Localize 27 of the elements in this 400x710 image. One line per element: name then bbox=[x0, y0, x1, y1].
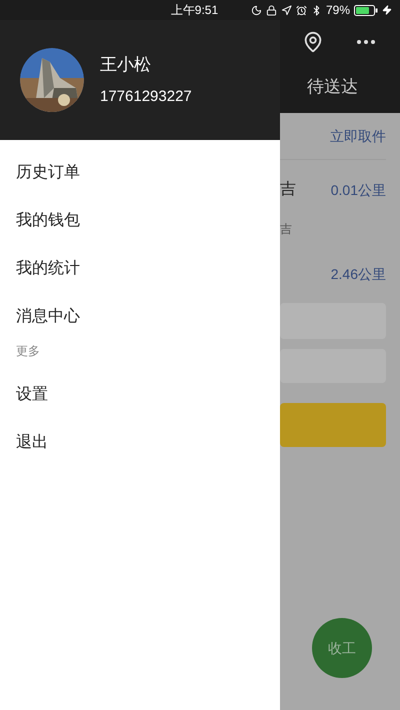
menu-item[interactable]: 历史订单 bbox=[0, 149, 280, 197]
location-arrow-icon bbox=[280, 4, 292, 16]
alarm-icon bbox=[296, 4, 307, 16]
location-icon[interactable] bbox=[302, 31, 324, 53]
menu-item[interactable]: 我的统计 bbox=[0, 245, 280, 293]
row-text: 吉 bbox=[280, 180, 296, 200]
distance-text: 0.01公里 bbox=[330, 180, 386, 200]
menu-item[interactable]: 我的钱包 bbox=[0, 197, 280, 245]
distance-text: 2.46公里 bbox=[330, 264, 386, 284]
lock-icon bbox=[266, 4, 277, 16]
status-time: 上午9:51 bbox=[170, 2, 220, 19]
user-name: 王小松 bbox=[100, 54, 152, 76]
input-field[interactable] bbox=[280, 349, 386, 383]
menu-item[interactable]: 设置 bbox=[0, 371, 280, 419]
menu-item[interactable]: 消息中心 bbox=[0, 293, 280, 341]
battery-icon bbox=[354, 4, 378, 16]
battery-percent: 79% bbox=[326, 2, 350, 19]
pickup-link[interactable]: 立即取件 bbox=[330, 126, 386, 146]
user-phone: 17761293227 bbox=[100, 86, 192, 106]
input-field[interactable] bbox=[280, 303, 386, 339]
charging-icon bbox=[382, 5, 392, 15]
row-subtext: 吉 bbox=[280, 221, 293, 238]
menu-item[interactable]: 退出 bbox=[0, 419, 280, 467]
bluetooth-icon bbox=[310, 4, 322, 16]
moon-icon bbox=[250, 4, 262, 16]
section-label: 更多 bbox=[15, 343, 41, 360]
action-button[interactable] bbox=[280, 403, 386, 447]
